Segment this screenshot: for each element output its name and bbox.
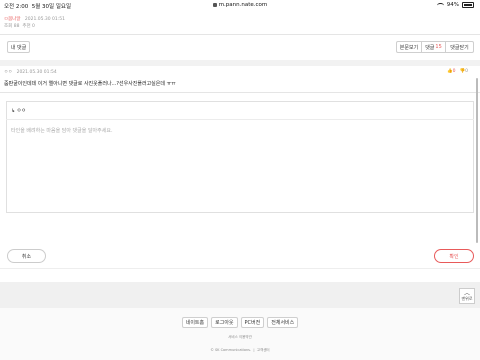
downvote-count: 0 <box>465 69 468 74</box>
address-bar[interactable]: m.pann.nate.com <box>0 2 480 8</box>
wifi-icon <box>436 2 444 8</box>
copyright-line: © SK Communications. | 고객센터 <box>210 348 270 352</box>
comments-toggle[interactable]: 댓글 15 <box>421 41 446 53</box>
upvote-count: 0 <box>452 69 456 74</box>
reply-writer-name: ㅇㅇ <box>16 108 26 114</box>
upvote-button[interactable]: 👍0 <box>447 69 455 74</box>
scroll-top-label: 맨위로 <box>461 296 473 301</box>
scroll-top-button[interactable]: ︿ 맨위로 <box>459 288 475 304</box>
post-likes: 추천 0 <box>22 24 35 29</box>
confirm-button[interactable]: 확인 <box>434 249 474 263</box>
post-author[interactable]: ㅁ몸나알 <box>4 17 21 22</box>
scrollbar[interactable] <box>476 78 478 243</box>
post-views: 조회 88 <box>4 24 20 29</box>
comment-votes: 👍0 👎0 <box>447 69 468 74</box>
close-comments-button[interactable]: 댓글닫기 <box>445 41 474 53</box>
divider <box>0 268 480 269</box>
url-text: m.pann.nate.com <box>218 2 268 8</box>
post-date: 2021.05.30 01:51 <box>24 17 66 22</box>
comment-meta: ㅇㅇ 2021.05.30 01:54 <box>4 69 57 75</box>
comment-text: 줌판굴이인데데 이거 엘아니면 댓글로 사진웃플러나...?선우사진플러고실은데… <box>4 81 176 87</box>
status-bar: 오전 2:00 5월 30일 일요일 m.pann.nate.com 94% <box>0 0 480 12</box>
footer-link-logout[interactable]: 로그아웃 <box>211 317 238 328</box>
post-meta-line: ㅁ몸나알 2021.05.30 01:51 <box>4 16 65 22</box>
footer-band <box>0 282 480 308</box>
downvote-button[interactable]: 👎0 <box>460 69 468 74</box>
reply-writer: ↳ ㅇㅇ <box>6 101 474 120</box>
section-separator <box>0 60 480 66</box>
footer-link-nate-home[interactable]: 네이트홈 <box>181 317 209 328</box>
footer-link-pc-version[interactable]: PC버전 <box>240 317 265 328</box>
view-original-button[interactable]: 본문보기 <box>396 41 422 53</box>
copyright: © SK Communications. <box>210 348 252 352</box>
my-comments-button[interactable]: 내 댓글 <box>7 41 30 53</box>
battery-icon <box>462 2 474 8</box>
post-stats: 조회 88 추천 0 <box>4 23 35 29</box>
comment-author: ㅇㅇ <box>4 70 13 75</box>
comments-count: 15 <box>435 44 442 50</box>
comment-date: 2021.05.30 01:54 <box>16 70 57 75</box>
comments-label: 댓글 <box>425 44 435 51</box>
footer-link-all-services[interactable]: 전체서비스 <box>267 317 299 328</box>
lock-icon <box>212 2 217 7</box>
reply-arrow-icon: ↳ <box>11 108 16 114</box>
divider <box>0 34 480 35</box>
divider <box>0 92 480 93</box>
cancel-button[interactable]: 취소 <box>7 249 46 263</box>
footer-links: 네이트홈 로그아웃 PC버전 전체서비스 <box>0 317 480 328</box>
reply-textarea[interactable]: 타인을 배려하는 마음을 담아 댓글을 달아주세요. <box>11 127 113 134</box>
terms-link[interactable]: 서비스 이용약관 <box>0 335 480 340</box>
battery-percent: 94% <box>446 2 459 8</box>
status-right: 94% <box>436 2 474 8</box>
support-link[interactable]: 고객센터 <box>257 348 270 352</box>
